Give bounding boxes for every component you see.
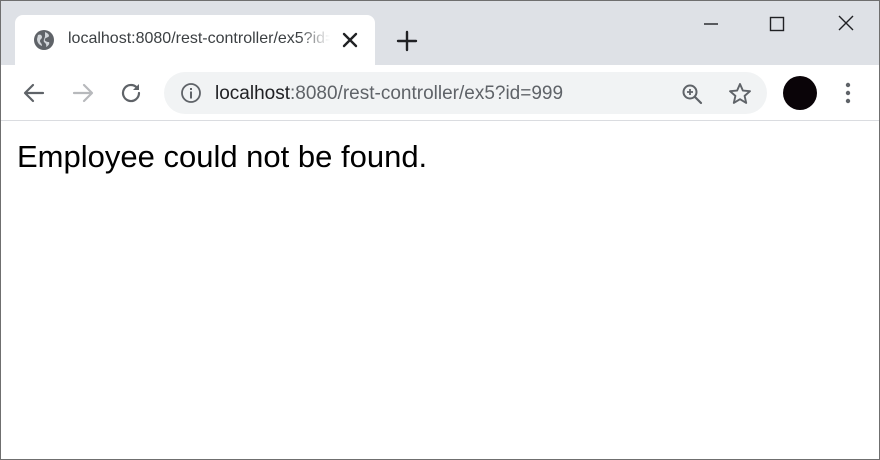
- zoom-icon[interactable]: [680, 82, 704, 106]
- forward-arrow-icon[interactable]: [69, 79, 97, 107]
- info-icon[interactable]: [180, 82, 202, 104]
- maximize-icon[interactable]: [761, 9, 793, 39]
- error-message: Employee could not be found.: [17, 139, 428, 174]
- avatar[interactable]: [783, 76, 817, 110]
- star-icon[interactable]: [727, 81, 753, 107]
- address-bar[interactable]: localhost:8080/rest-controller/ex5?id=99…: [164, 72, 767, 114]
- close-icon[interactable]: [830, 9, 862, 39]
- active-tab[interactable]: localhost:8080/rest-controller/ex5?id=99…: [15, 15, 375, 65]
- url-path: :8080/rest-controller/ex5?id=999: [290, 83, 564, 104]
- new-tab-plus-icon[interactable]: [395, 29, 419, 53]
- url-host: localhost: [215, 83, 290, 104]
- globe-icon: [34, 30, 54, 50]
- url-text[interactable]: localhost:8080/rest-controller/ex5?id=99…: [215, 83, 563, 105]
- menu-icon[interactable]: [836, 79, 860, 107]
- page-content: Employee could not be found.: [1, 121, 879, 459]
- tab-title: localhost:8080/rest-controller/ex5?id=99…: [68, 30, 330, 47]
- browser-window: localhost:8080/rest-controller/ex5?id=99…: [0, 0, 880, 460]
- tab-strip: localhost:8080/rest-controller/ex5?id=99…: [1, 1, 879, 65]
- minimize-icon[interactable]: [695, 9, 727, 39]
- browser-toolbar: localhost:8080/rest-controller/ex5?id=99…: [1, 65, 879, 121]
- reload-icon[interactable]: [117, 79, 145, 107]
- back-arrow-icon[interactable]: [20, 79, 48, 107]
- tab-close-icon[interactable]: [339, 29, 361, 51]
